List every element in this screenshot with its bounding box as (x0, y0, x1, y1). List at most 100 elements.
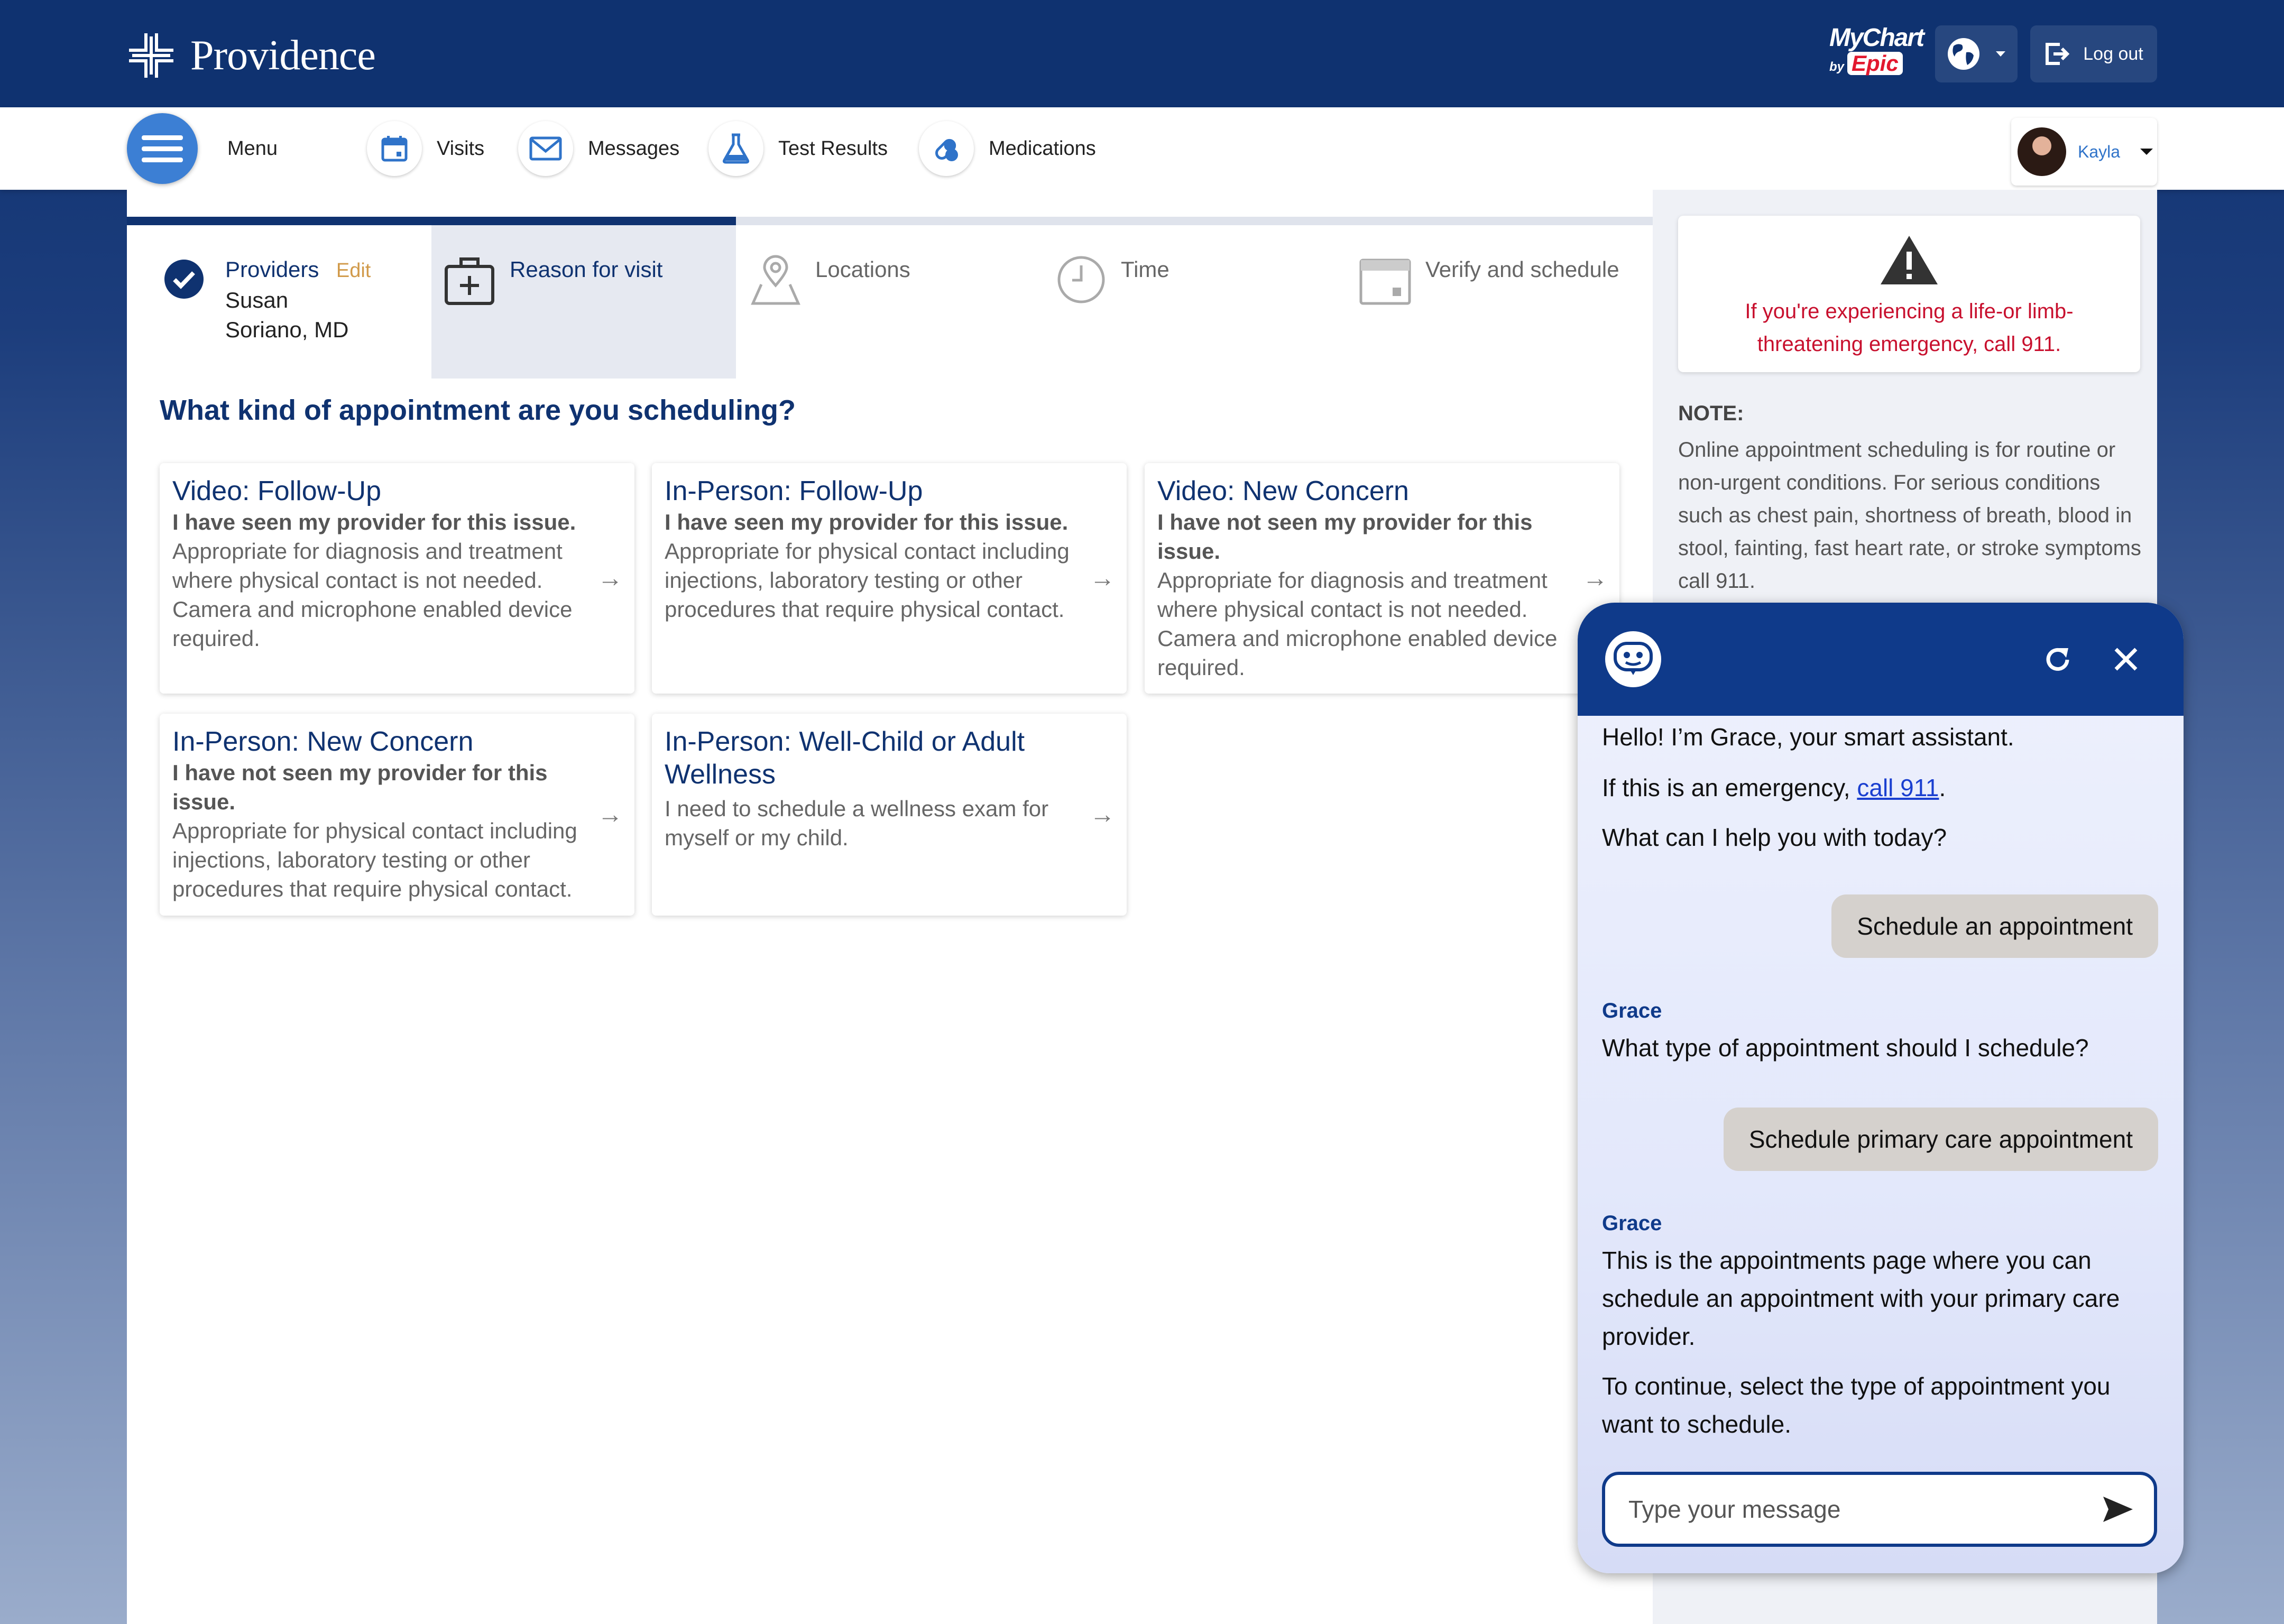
hamburger-icon (127, 113, 198, 184)
card-title: In-Person: Well-Child or Adult Wellness (665, 726, 1025, 790)
card-subtitle: I have not seen my provider for this iss… (1157, 510, 1533, 564)
progress-bar-remaining (736, 217, 1653, 225)
card-subtitle: I have seen my provider for this issue. (172, 510, 576, 534)
card-description: I need to schedule a wellness exam for m… (665, 796, 1049, 850)
chat-header (1578, 603, 2184, 716)
chatbot-icon (1605, 631, 1661, 687)
appointment-card-wellness[interactable]: In-Person: Well-Child or Adult Wellness … (652, 714, 1127, 916)
card-subtitle: I have seen my provider for this issue. (665, 510, 1069, 534)
step-providers[interactable]: Providers Edit Susan Soriano, MD (164, 225, 428, 379)
caret-down-icon (2140, 149, 2153, 155)
nav-item-medications[interactable]: Medications (919, 116, 1096, 181)
providence-cross-icon (129, 33, 173, 78)
emergency-alert: If you're experiencing a life-or limb-th… (1678, 216, 2140, 372)
calendar-icon (367, 121, 422, 176)
arrow-right-icon: → (1090, 800, 1115, 829)
avatar (2018, 127, 2066, 176)
bot-emergency-line: If this is an emergency, call 911. (1602, 769, 1946, 807)
mychart-epic-logo: MyChart by Epic (1829, 24, 1924, 82)
user-message: Schedule an appointment (1831, 894, 2158, 958)
card-title: Video: Follow-Up (172, 476, 382, 506)
emergency-suffix: . (1939, 774, 1946, 801)
appointment-card-in-person-new-concern[interactable]: In-Person: New Concern I have not seen m… (160, 714, 634, 916)
menu-button[interactable]: Menu (127, 113, 278, 184)
close-icon[interactable] (2113, 646, 2139, 672)
nav-label-visits: Visits (437, 137, 485, 160)
card-description: Appropriate for diagnosis and treatment … (172, 539, 573, 651)
menu-label: Menu (227, 137, 278, 160)
medical-kit-icon (445, 257, 494, 305)
appointment-card-video-follow-up[interactable]: Video: Follow-Up I have seen my provider… (160, 463, 634, 694)
main-nav: Menu Visits Messages Test Results Medica… (0, 107, 2284, 190)
call-911-link[interactable]: call 911 (1857, 774, 1939, 801)
step-verify-and-schedule: Verify and schedule (1359, 225, 1644, 379)
epic-label: Epic (1847, 52, 1903, 75)
nav-item-messages[interactable]: Messages (518, 116, 679, 181)
card-title: In-Person: Follow-Up (665, 476, 923, 506)
edit-link[interactable]: Edit (336, 260, 371, 282)
step-label-providers: Providers (225, 257, 319, 282)
envelope-icon (518, 121, 573, 176)
note-text: Online appointment scheduling is for rou… (1678, 438, 2141, 593)
clock-icon (1057, 256, 1105, 303)
caret-down-icon (1996, 51, 2005, 57)
step-reason-for-visit[interactable]: Reason for visit (444, 225, 736, 379)
nav-label-test-results: Test Results (778, 137, 888, 160)
step-locations: Locations (751, 225, 1026, 379)
nav-label-medications: Medications (989, 137, 1096, 160)
step-time: Time (1056, 225, 1268, 379)
logout-icon (2046, 43, 2070, 65)
mychart-by: by (1829, 60, 1845, 74)
card-description: Appropriate for diagnosis and treatment … (1157, 568, 1558, 680)
logout-label: Log out (2083, 43, 2143, 64)
mychart-label: MyChart (1829, 24, 1924, 52)
chat-assistant-panel: Hello! I’m Grace, your smart assistant. … (1578, 603, 2184, 1573)
chat-message-input[interactable] (1602, 1472, 2157, 1547)
bot-message: This is the appointments page where you … (1602, 1247, 2120, 1350)
refresh-icon[interactable] (2041, 643, 2075, 677)
card-title: Video: New Concern (1157, 476, 1409, 506)
brand-name: Providence (190, 32, 376, 79)
bot-name-label: Grace (1602, 1212, 1662, 1235)
user-message: Schedule primary care appointment (1723, 1108, 2158, 1171)
step-label-verify: Verify and schedule (1425, 257, 1619, 282)
check-circle-icon (164, 260, 204, 299)
progress-bar-filled (127, 217, 736, 225)
card-title: In-Person: New Concern (172, 726, 474, 757)
bot-help-prompt: What can I help you with today? (1602, 824, 1947, 851)
flask-icon (708, 121, 763, 176)
emergency-text: If you're experiencing a life-or limb-th… (1745, 300, 2074, 356)
bot-message: To continue, select the type of appointm… (1602, 1372, 2111, 1438)
step-label-locations: Locations (815, 257, 910, 282)
send-button[interactable] (2097, 1490, 2139, 1529)
bot-message: What type of appointment should I schedu… (1602, 1034, 2089, 1062)
user-name: Kayla (2078, 142, 2121, 161)
warning-icon (1881, 236, 1938, 284)
arrow-right-icon: → (597, 564, 623, 593)
nav-item-test-results[interactable]: Test Results (708, 116, 888, 181)
nav-item-visits[interactable]: Visits (367, 116, 484, 181)
globe-icon (1948, 38, 1979, 70)
appointment-card-in-person-follow-up[interactable]: In-Person: Follow-Up I have seen my prov… (652, 463, 1127, 694)
bot-greeting: Hello! I’m Grace, your smart assistant. (1602, 723, 2014, 751)
providence-logo[interactable]: Providence (127, 29, 376, 82)
selected-provider-line2: Soriano, MD (225, 317, 349, 342)
arrow-right-icon: → (597, 800, 623, 829)
arrow-right-icon: → (1582, 564, 1608, 593)
page-question: What kind of appointment are you schedul… (160, 394, 796, 426)
bot-name-label: Grace (1602, 999, 1662, 1022)
card-subtitle: I have not seen my provider for this iss… (172, 760, 548, 814)
map-pin-icon (751, 255, 800, 305)
pills-icon (919, 121, 974, 176)
step-label-time: Time (1121, 257, 1169, 282)
card-description: Appropriate for physical contact includi… (665, 539, 1070, 622)
card-description: Appropriate for physical contact includi… (172, 818, 577, 901)
note-heading: NOTE: (1678, 402, 1744, 425)
appointment-card-video-new-concern[interactable]: Video: New Concern I have not seen my pr… (1145, 463, 1619, 694)
emergency-prefix: If this is an emergency, (1602, 774, 1857, 801)
step-label-reason: Reason for visit (510, 257, 663, 282)
nav-label-messages: Messages (588, 137, 680, 160)
logout-button[interactable]: Log out (2030, 25, 2157, 82)
language-button[interactable] (1935, 25, 2018, 82)
user-menu-button[interactable]: Kayla (2011, 118, 2157, 186)
